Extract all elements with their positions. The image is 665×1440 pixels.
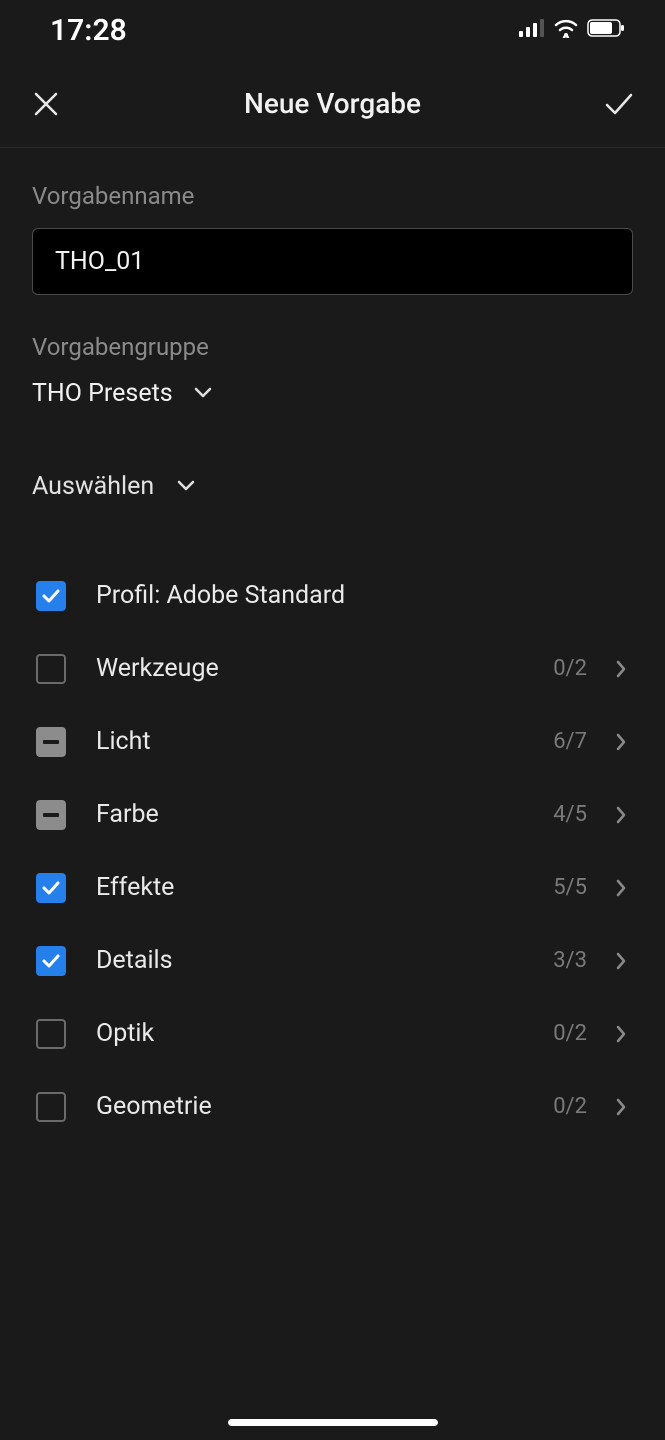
checkbox[interactable] bbox=[36, 946, 66, 976]
header: Neue Vorgabe bbox=[0, 60, 665, 148]
preset-group-label: Vorgabengruppe bbox=[32, 333, 633, 361]
item-count: 0/2 bbox=[553, 1094, 587, 1119]
chevron-right-icon bbox=[609, 732, 633, 752]
chevron-right-icon bbox=[609, 659, 633, 679]
preset-group-value: THO Presets bbox=[32, 379, 173, 408]
select-dropdown[interactable]: Auswählen bbox=[32, 472, 633, 501]
status-time: 17:28 bbox=[50, 13, 127, 48]
item-count: 0/2 bbox=[553, 656, 587, 681]
status-icons bbox=[519, 18, 625, 42]
chevron-right-icon bbox=[609, 1024, 633, 1044]
list-item[interactable]: Effekte5/5 bbox=[32, 851, 633, 924]
wifi-icon bbox=[553, 18, 579, 42]
checkbox[interactable] bbox=[36, 727, 66, 757]
close-icon bbox=[33, 91, 59, 117]
dash-icon bbox=[43, 740, 59, 744]
list-item[interactable]: Geometrie0/2 bbox=[32, 1070, 633, 1143]
dash-icon bbox=[43, 813, 59, 817]
items-list: Profil: Adobe StandardWerkzeuge0/2Licht6… bbox=[32, 559, 633, 1143]
item-count: 4/5 bbox=[553, 802, 587, 827]
list-item[interactable]: Details3/3 bbox=[32, 924, 633, 997]
preset-name-input[interactable] bbox=[32, 228, 633, 295]
chevron-down-icon bbox=[176, 477, 196, 496]
home-indicator[interactable] bbox=[228, 1419, 438, 1426]
checkmark-icon bbox=[604, 92, 634, 116]
item-label: Farbe bbox=[96, 800, 553, 829]
item-count: 3/3 bbox=[553, 948, 587, 973]
check-icon bbox=[41, 880, 61, 896]
item-count: 0/2 bbox=[553, 1021, 587, 1046]
content: Vorgabenname Vorgabengruppe THO Presets … bbox=[0, 148, 665, 1143]
item-label: Profil: Adobe Standard bbox=[96, 581, 633, 610]
checkbox[interactable] bbox=[36, 800, 66, 830]
checkbox[interactable] bbox=[36, 1019, 66, 1049]
item-label: Licht bbox=[96, 727, 553, 756]
checkbox[interactable] bbox=[36, 873, 66, 903]
item-count: 5/5 bbox=[553, 875, 587, 900]
item-label: Geometrie bbox=[96, 1092, 553, 1121]
chevron-down-icon bbox=[193, 384, 213, 403]
preset-group-dropdown[interactable]: THO Presets bbox=[32, 379, 633, 408]
item-label: Optik bbox=[96, 1019, 553, 1048]
list-item[interactable]: Farbe4/5 bbox=[32, 778, 633, 851]
checkbox[interactable] bbox=[36, 1092, 66, 1122]
confirm-button[interactable] bbox=[601, 86, 637, 122]
item-count: 6/7 bbox=[553, 729, 587, 754]
preset-name-label: Vorgabenname bbox=[32, 182, 633, 210]
checkbox[interactable] bbox=[36, 654, 66, 684]
cellular-icon bbox=[519, 19, 545, 41]
status-bar: 17:28 bbox=[0, 0, 665, 60]
list-item[interactable]: Profil: Adobe Standard bbox=[32, 559, 633, 632]
item-label: Details bbox=[96, 946, 553, 975]
page-title: Neue Vorgabe bbox=[64, 87, 601, 120]
chevron-right-icon bbox=[609, 951, 633, 971]
item-label: Werkzeuge bbox=[96, 654, 553, 683]
select-label: Auswählen bbox=[32, 472, 154, 501]
item-label: Effekte bbox=[96, 873, 553, 902]
chevron-right-icon bbox=[609, 878, 633, 898]
chevron-right-icon bbox=[609, 1097, 633, 1117]
list-item[interactable]: Werkzeuge0/2 bbox=[32, 632, 633, 705]
list-item[interactable]: Optik0/2 bbox=[32, 997, 633, 1070]
battery-icon bbox=[587, 19, 625, 41]
list-item[interactable]: Licht6/7 bbox=[32, 705, 633, 778]
chevron-right-icon bbox=[609, 805, 633, 825]
checkbox[interactable] bbox=[36, 581, 66, 611]
close-button[interactable] bbox=[28, 86, 64, 122]
check-icon bbox=[41, 588, 61, 604]
check-icon bbox=[41, 953, 61, 969]
